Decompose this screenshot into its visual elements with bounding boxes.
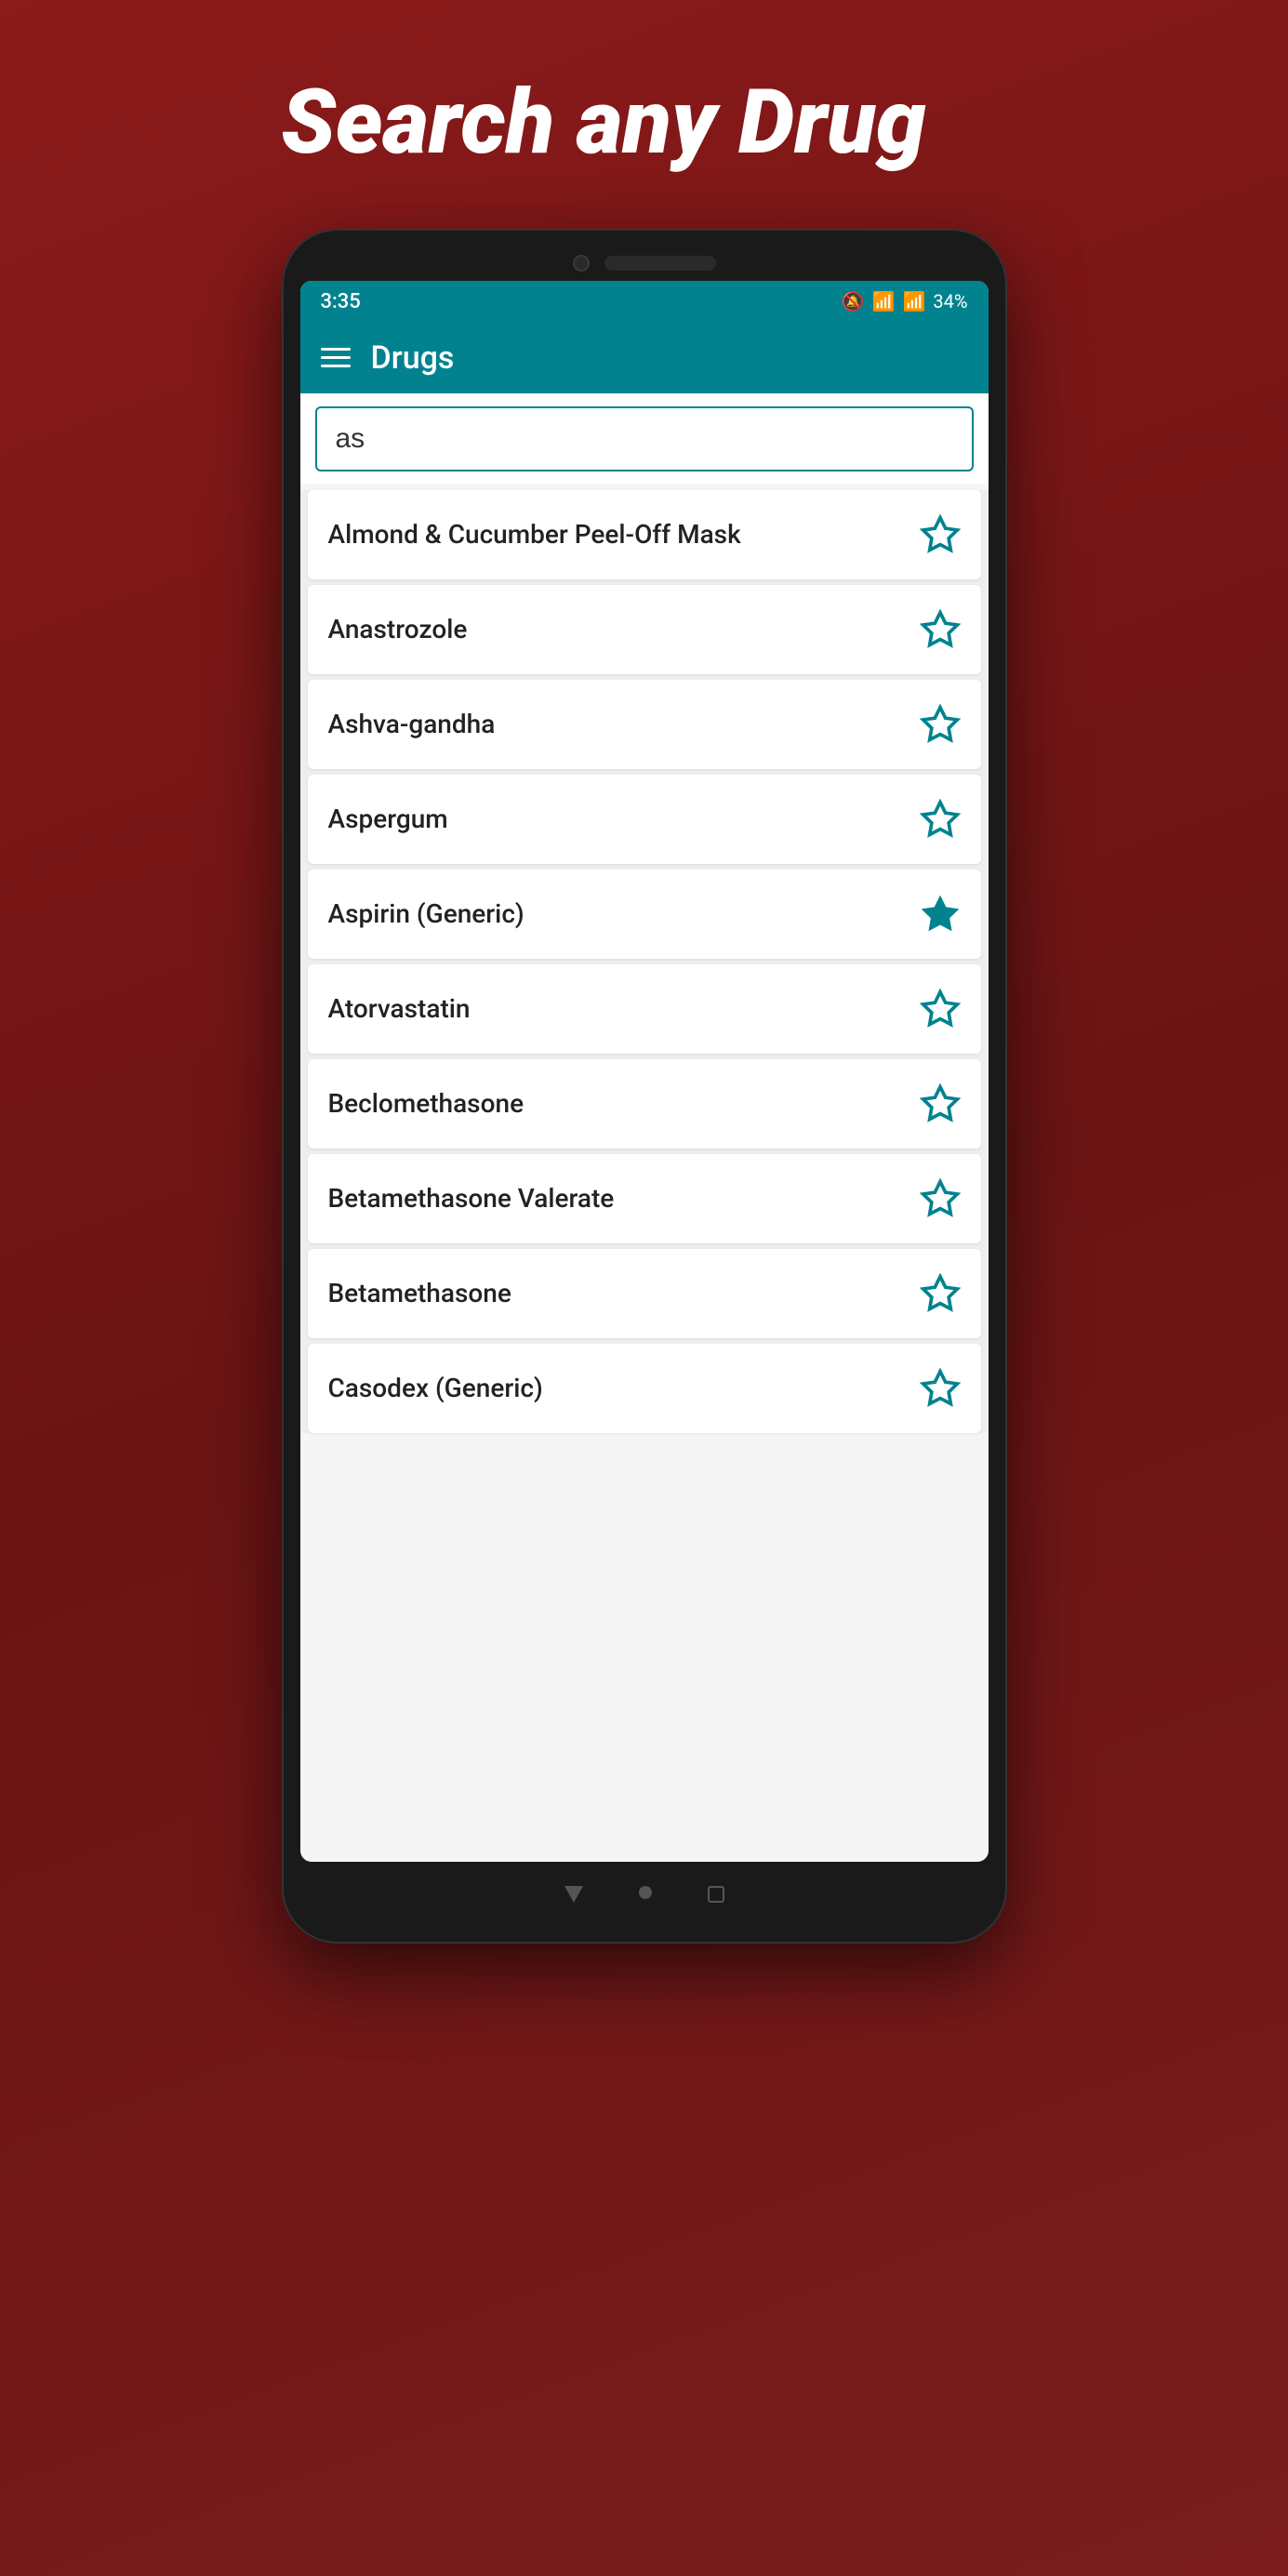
star-button-1[interactable] xyxy=(920,609,961,650)
star-button-5[interactable] xyxy=(920,989,961,1029)
search-container xyxy=(300,393,989,485)
signal-icon: 📶 xyxy=(902,290,925,312)
drug-item-3: Aspergum xyxy=(308,775,981,864)
star-button-7[interactable] xyxy=(920,1178,961,1219)
hamburger-line-1 xyxy=(321,348,351,351)
star-button-6[interactable] xyxy=(920,1083,961,1124)
star-button-0[interactable] xyxy=(920,514,961,555)
status-time: 3:35 xyxy=(321,290,361,313)
hamburger-line-3 xyxy=(321,365,351,367)
hamburger-line-2 xyxy=(321,356,351,359)
drug-item-1: Anastrozole xyxy=(308,585,981,674)
drug-item-5: Atorvastatin xyxy=(308,964,981,1054)
phone-nav-bar xyxy=(300,1871,989,1918)
star-button-4[interactable] xyxy=(920,894,961,935)
status-bar: 3:35 🔕 📶 📶 34% xyxy=(300,281,989,323)
phone-screen: 3:35 🔕 📶 📶 34% Drugs Almon xyxy=(300,281,989,1862)
star-button-9[interactable] xyxy=(920,1368,961,1409)
status-icons: 🔕 📶 📶 34% xyxy=(842,290,968,312)
battery-text: 34% xyxy=(933,290,967,312)
recents-button[interactable] xyxy=(708,1886,724,1903)
drug-name-7: Betamethasone Valerate xyxy=(328,1183,615,1214)
phone-camera xyxy=(573,255,590,272)
wifi-icon: 📶 xyxy=(872,290,896,312)
drug-name-2: Ashva-gandha xyxy=(328,709,496,739)
star-button-2[interactable] xyxy=(920,704,961,745)
drug-list: Almond & Cucumber Peel-Off Mask Anastroz… xyxy=(300,490,989,1433)
hamburger-menu-button[interactable] xyxy=(321,348,351,367)
star-button-8[interactable] xyxy=(920,1273,961,1314)
phone-top-bar xyxy=(300,255,989,272)
drug-item-6: Beclomethasone xyxy=(308,1059,981,1149)
drug-item-9: Casodex (Generic) xyxy=(308,1344,981,1433)
drug-item-4: Aspirin (Generic) xyxy=(308,870,981,959)
drug-item-7: Betamethasone Valerate xyxy=(308,1154,981,1243)
app-bar: Drugs xyxy=(300,323,989,393)
search-input[interactable] xyxy=(315,406,974,471)
app-title: Drugs xyxy=(371,339,455,377)
mute-icon: 🔕 xyxy=(842,290,865,312)
drug-name-1: Anastrozole xyxy=(328,614,468,644)
phone-shell: 3:35 🔕 📶 📶 34% Drugs Almon xyxy=(282,229,1007,1944)
phone-speaker xyxy=(604,256,716,271)
drug-item-0: Almond & Cucumber Peel-Off Mask xyxy=(308,490,981,579)
star-button-3[interactable] xyxy=(920,799,961,840)
drug-name-3: Aspergum xyxy=(328,803,448,834)
home-button[interactable] xyxy=(639,1886,652,1899)
drug-item-8: Betamethasone xyxy=(308,1249,981,1338)
back-button[interactable] xyxy=(564,1886,583,1903)
drug-name-8: Betamethasone xyxy=(328,1278,511,1308)
drug-name-6: Beclomethasone xyxy=(328,1088,524,1119)
drug-item-2: Ashva-gandha xyxy=(308,680,981,769)
drug-name-5: Atorvastatin xyxy=(328,993,471,1024)
drug-name-9: Casodex (Generic) xyxy=(328,1373,543,1403)
drug-name-4: Aspirin (Generic) xyxy=(328,898,524,929)
drug-name-0: Almond & Cucumber Peel-Off Mask xyxy=(328,519,741,550)
page-background-title: Search any Drug xyxy=(282,74,1007,173)
